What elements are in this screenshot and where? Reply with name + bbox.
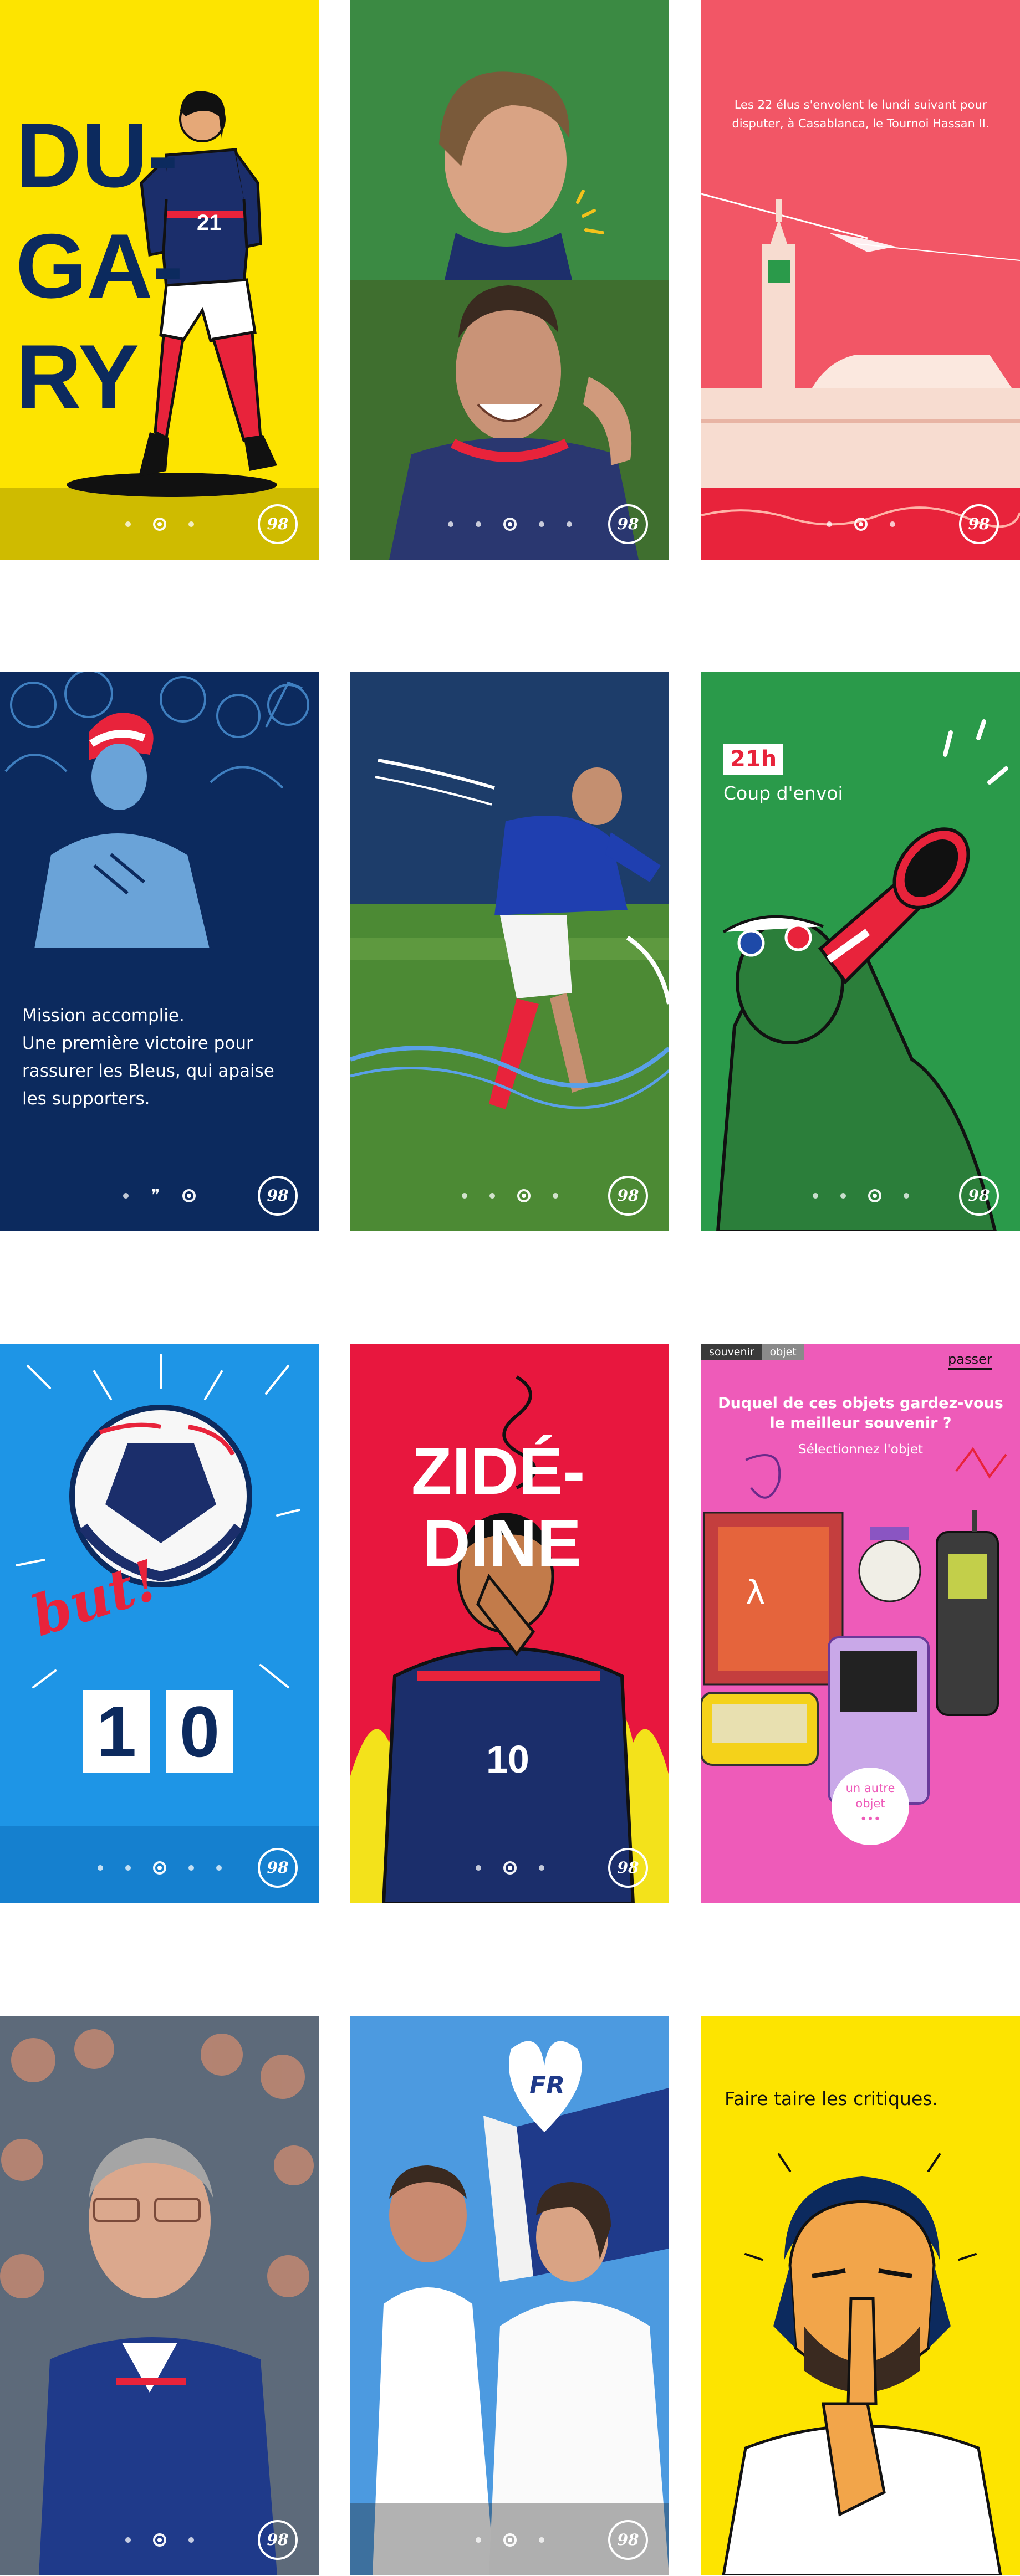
- page-dot[interactable]: [461, 1193, 467, 1199]
- quote-icon: ❞: [151, 1186, 160, 1205]
- page-dot-active[interactable]: [152, 2533, 166, 2547]
- story-card-souvenir-quiz[interactable]: λ souvenir objet passer Duquel de ces ob…: [701, 1344, 1020, 1903]
- logo-98-badge[interactable]: 98: [258, 1176, 298, 1216]
- page-dot[interactable]: [489, 1193, 495, 1199]
- other-object-button-line-2[interactable]: objet: [840, 1797, 901, 1810]
- page-dot[interactable]: [840, 1193, 846, 1199]
- tab-souvenir[interactable]: souvenir: [701, 1344, 762, 1360]
- page-dot-active[interactable]: [503, 1861, 517, 1875]
- photo-players-celebrating: [350, 0, 669, 560]
- page-dot[interactable]: [97, 1865, 103, 1871]
- story-card-coup-envoi[interactable]: 21h Coup d'envoi 98: [701, 672, 1020, 1231]
- page-dot[interactable]: [552, 1193, 558, 1199]
- story-card-supporters[interactable]: FR 98: [350, 2016, 669, 2575]
- story-card-coach[interactable]: 98: [0, 2016, 319, 2575]
- story-text: Faire taire les critiques.: [725, 2088, 938, 2109]
- page-dot[interactable]: [125, 1865, 131, 1871]
- page-dot[interactable]: [475, 1865, 481, 1871]
- jersey-number: 10: [486, 1738, 529, 1781]
- time-badge: 21h: [723, 744, 784, 775]
- page-dot[interactable]: [125, 2537, 131, 2543]
- story-text-line-4: les supporters.: [22, 1089, 150, 1109]
- other-object-button-line-1[interactable]: un autre: [840, 1781, 901, 1795]
- story-card-dugary[interactable]: DU- GA- RY 21 98: [0, 0, 319, 560]
- page-dot[interactable]: [447, 521, 453, 527]
- page-dot[interactable]: [826, 521, 832, 527]
- page-dot[interactable]: [538, 1865, 544, 1871]
- score-digit-2: 0: [166, 1690, 233, 1773]
- photo-face-painting: [350, 2016, 669, 2575]
- story-card-critiques[interactable]: Faire taire les critiques.: [701, 2016, 1020, 2575]
- tab-objet[interactable]: objet: [762, 1344, 804, 1360]
- page-dot[interactable]: [538, 2537, 544, 2543]
- page-dot[interactable]: [216, 1865, 222, 1871]
- page-dot-active[interactable]: [854, 518, 868, 531]
- story-card-mission-accomplie[interactable]: Mission accomplie. Une première victoire…: [0, 672, 319, 1231]
- logo-98-badge[interactable]: 98: [608, 2520, 648, 2560]
- page-dot[interactable]: [123, 1193, 129, 1199]
- page-dot[interactable]: [125, 521, 131, 527]
- page-dot[interactable]: [475, 521, 481, 527]
- story-card-zidane-action[interactable]: 98: [350, 672, 669, 1231]
- logo-98-badge[interactable]: 98: [258, 504, 298, 544]
- player-name-line-1: DU-: [16, 104, 178, 206]
- zidane-illustration: [350, 1375, 669, 1903]
- other-object-dots-icon: •••: [860, 1812, 881, 1826]
- logo-98-badge[interactable]: 98: [959, 504, 999, 544]
- player-name-line-3: RY: [16, 326, 140, 428]
- page-dot[interactable]: [903, 1193, 909, 1199]
- story-text-line-2: Une première victoire pour: [22, 1033, 253, 1053]
- story-card-zidane[interactable]: ZIDÉ- DINE 10 98: [350, 1344, 669, 1903]
- quiz-question: Duquel de ces objets gardez-vous le meil…: [718, 1395, 1003, 1432]
- player-name-line-2: DINE: [422, 1506, 582, 1580]
- page-dot[interactable]: [188, 1865, 194, 1871]
- page-dot-active[interactable]: [182, 1189, 196, 1202]
- heart-flag-label: FR: [529, 2071, 565, 2099]
- player-name-line-1: ZIDÉ-: [411, 1434, 585, 1508]
- story-text: Les 22 élus s'envolent le lundi suivant …: [732, 98, 990, 130]
- event-caption: Coup d'envoi: [723, 782, 843, 804]
- player-name-line-2: GA-: [16, 215, 183, 317]
- page-dot-active[interactable]: [152, 518, 166, 531]
- logo-98-badge[interactable]: 98: [258, 2520, 298, 2560]
- mosque-illustration: [701, 193, 1020, 560]
- jersey-number: 21: [197, 211, 222, 235]
- page-dot-active[interactable]: [152, 1861, 166, 1875]
- story-text-line-1: Mission accomplie.: [22, 1006, 185, 1026]
- page-dot[interactable]: [889, 521, 895, 527]
- logo-98-badge[interactable]: 98: [959, 1176, 999, 1216]
- photo-coach-crowd: [0, 2016, 319, 2575]
- logo-98-badge[interactable]: 98: [608, 1176, 648, 1216]
- page-dot-active[interactable]: [503, 518, 517, 531]
- quiz-instruction: Sélectionnez l'objet: [798, 1442, 924, 1457]
- photo-zidane-running: [350, 672, 669, 1231]
- story-card-casablanca[interactable]: Les 22 élus s'envolent le lundi suivant …: [701, 0, 1020, 560]
- svg-text:λ: λ: [746, 1574, 766, 1612]
- supporters-illustration: [4, 672, 309, 950]
- page-dot[interactable]: [566, 521, 572, 527]
- story-text-line-3: rassurer les Bleus, qui apaise: [22, 1061, 274, 1081]
- page-dot[interactable]: [188, 2537, 194, 2543]
- page-dot[interactable]: [538, 521, 544, 527]
- story-card-but[interactable]: but! 1 0 98: [0, 1344, 319, 1903]
- logo-98-badge[interactable]: 98: [258, 1848, 298, 1888]
- page-dot-active[interactable]: [517, 1189, 531, 1202]
- page-dot-active[interactable]: [868, 1189, 881, 1202]
- logo-98-badge[interactable]: 98: [608, 504, 648, 544]
- quiz-tabs: souvenir objet: [701, 1344, 804, 1360]
- page-dot[interactable]: [188, 521, 194, 527]
- page-dot-active[interactable]: [503, 2533, 517, 2547]
- page-dot[interactable]: [475, 2537, 481, 2543]
- score-digit-1: 1: [83, 1690, 150, 1773]
- story-card-photo-duo[interactable]: 98: [350, 0, 669, 560]
- page-dot[interactable]: [812, 1193, 818, 1199]
- logo-98-badge[interactable]: 98: [608, 1848, 648, 1888]
- skip-button[interactable]: passer: [948, 1351, 992, 1370]
